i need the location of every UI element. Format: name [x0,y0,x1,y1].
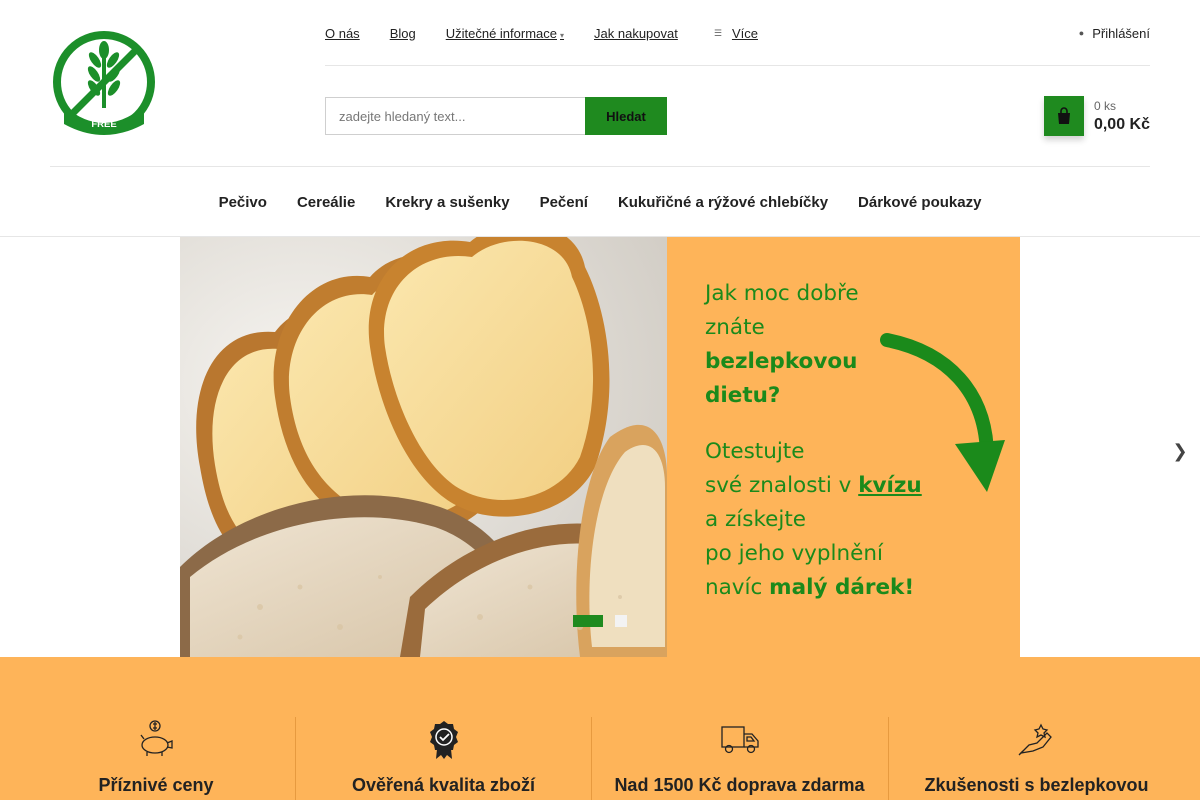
login-link[interactable]: ● Přihlášení [1079,24,1150,42]
nav-item-darkove-poukazy[interactable]: Dárkové poukazy [858,194,981,211]
benefits-strip: Příznivé ceny Ověřená kvalita zboží Nad … [0,657,1200,800]
banner-emphasis: dietu? [705,383,781,408]
delivery-truck-icon [720,726,759,754]
header-divider-bottom [50,166,1150,167]
cart-button[interactable] [1044,96,1084,136]
benefit-item: Nad 1500 Kč doprava zdarma [591,717,887,800]
login-label: Přihlášení [1092,25,1150,41]
user-icon: ● [1078,28,1085,38]
menu-icon: ☰ [713,27,722,38]
main-nav: Pečivo Cereálie Krekry a sušenky Pečení … [0,183,1200,221]
benefit-title: Zkušenosti s bezlepkovou [924,775,1149,795]
gluten-free-logo[interactable]: GLUTEN FREE [50,28,158,136]
shopping-bag-icon [1058,107,1070,124]
banner-emphasis: malý dárek! [769,575,915,600]
slider-dot[interactable] [615,615,627,627]
benefit-item: Příznivé ceny [8,717,304,800]
logo-text-top: GLUTEN [84,108,123,119]
benefit-title: Ověřená kvalita zboží [351,775,536,795]
banner-line: Jak moc dobře [705,281,859,306]
benefit-item: Zkušenosti s bezlepkovou [888,717,1184,800]
top-link-uzitecne-informace[interactable]: Užitečné informace ▾ [446,26,564,41]
piggy-bank-icon [140,720,173,756]
banner-text-panel: Jak moc dobře znáte bezlepkovou dietu? O… [667,237,1020,657]
banner-line: po jeho vyplnění [705,541,883,566]
banner-line-text: navíc [705,575,763,600]
slider-next-icon[interactable]: ❯ [1170,438,1190,464]
top-link-blog[interactable]: Blog [390,26,416,41]
banner-line-text: své znalosti v [705,473,852,498]
more-menu[interactable]: ☰ Více [714,26,758,41]
nav-item-cerealie[interactable]: Cereálie [297,194,355,211]
top-link-jak-nakupovat[interactable]: Jak nakupovat [594,26,678,41]
top-links: O nás Blog Užitečné informace ▾ Jak nakup… [325,24,758,42]
nav-item-krekry-a-susenky[interactable]: Krekry a sušenky [385,194,509,211]
banner-line: a získejte [705,507,807,532]
bread-photo [180,237,667,657]
nav-item-peceni[interactable]: Pečení [540,194,588,211]
top-link-o-nas[interactable]: O nás [325,26,360,41]
hero-banner[interactable]: Jak moc dobře znáte bezlepkovou dietu? O… [180,237,1020,657]
banner-emphasis: bezlepkovou [705,349,858,374]
logo-text-bottom: FREE [91,119,116,130]
more-link[interactable]: Více [732,26,758,41]
banner-line: navíc malý dárek! [705,571,965,605]
nav-item-pecivo[interactable]: Pečivo [219,194,267,211]
cart-total[interactable]: 0,00 Kč [1094,116,1150,134]
top-link-label: Užitečné informace [445,25,557,41]
benefit-title: Nad 1500 Kč doprava zdarma [614,775,865,795]
search-button[interactable]: Hledat [585,97,667,135]
benefit-item: Ověřená kvalita zboží [295,717,591,800]
experience-hand-icon [1018,723,1052,756]
nav-item-kukuricne-chlebicky[interactable]: Kukuřičné a rýžové chlebíčky [618,194,828,211]
benefit-title: Příznivé ceny [98,775,214,795]
search-input[interactable] [325,97,585,135]
header-divider [325,65,1150,66]
quality-badge-icon [429,721,458,759]
curved-arrow-icon [880,333,1005,492]
cart-count: 0 ks [1094,99,1117,113]
chevron-down-icon: ▾ [560,30,565,40]
slider-dot-active[interactable] [573,615,603,627]
